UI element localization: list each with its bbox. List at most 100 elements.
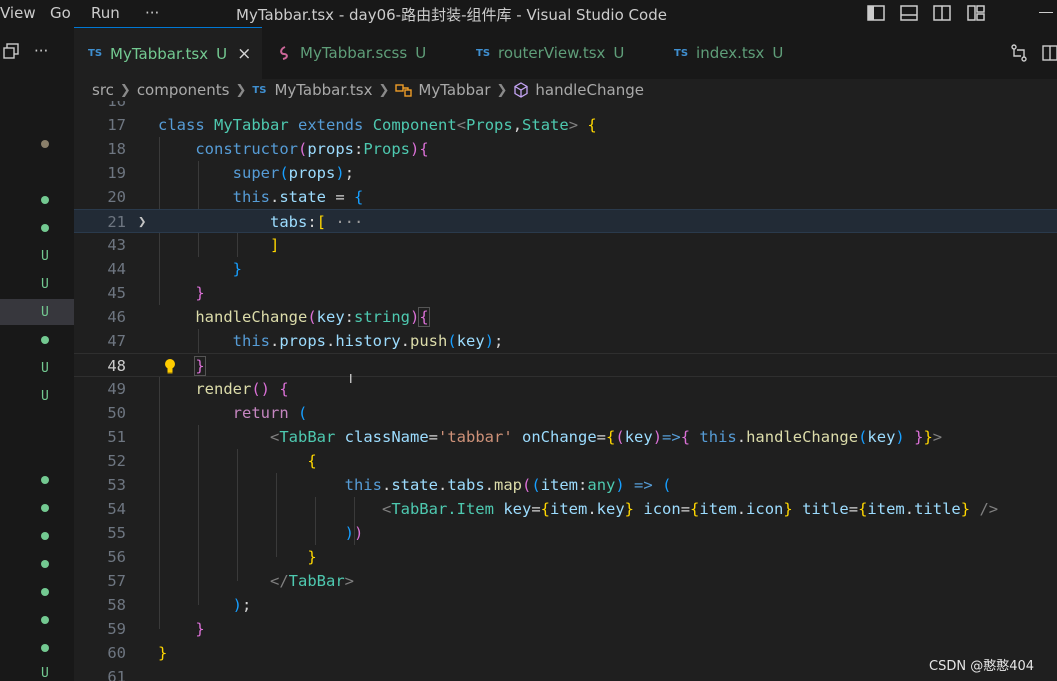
tab-status: U [415, 44, 427, 62]
menu-run[interactable]: Run [91, 4, 120, 22]
toggle-panel-icon[interactable] [899, 3, 919, 23]
code-line: 54 <TabBar.Item key={item.key} icon={ite… [74, 497, 1057, 521]
code-text: )) [344, 524, 364, 542]
line-number: 47 [107, 332, 126, 350]
code-text: <TabBar className='tabbar' onChange={(ke… [269, 428, 943, 446]
code-line: 45 } [74, 281, 1057, 305]
toggle-primary-sidebar-icon[interactable] [866, 3, 886, 23]
chevron-right-icon: ❯ [496, 82, 508, 98]
typescript-icon: TS [88, 48, 103, 59]
code-line: 52 { [74, 449, 1057, 473]
split-icon[interactable] [3, 43, 19, 59]
untracked-dot [41, 224, 49, 232]
code-text: } [195, 620, 205, 638]
tab-label: MyTabbar.tsx [110, 44, 209, 63]
code-text: render() { [195, 380, 289, 398]
typescript-icon: TS [252, 84, 267, 96]
breadcrumb-class[interactable]: MyTabbar [418, 81, 490, 99]
tab-mytabbar-tsx[interactable]: TS MyTabbar.tsx U × [74, 27, 262, 79]
code-line: 59 } [74, 617, 1057, 641]
untracked-dot [41, 644, 49, 652]
untracked-dot [41, 560, 49, 568]
untracked-marker: U [41, 277, 49, 292]
menu-go[interactable]: Go [50, 4, 71, 22]
code-line: 17 class MyTabbar extends Component<Prop… [74, 113, 1057, 137]
open-changes-icon[interactable] [1009, 43, 1029, 63]
line-number: 60 [107, 644, 126, 662]
text-cursor-icon: Ⅰ [349, 372, 353, 386]
code-text: return ( [232, 404, 308, 422]
code-text: } [194, 356, 206, 376]
explorer-strip [0, 27, 74, 681]
menu-view[interactable]: View [0, 4, 36, 22]
class-symbol-icon [395, 84, 413, 97]
line-number: 50 [107, 404, 126, 422]
code-text: } [307, 548, 317, 566]
code-line: 60 } [74, 641, 1057, 665]
editor-tab-bar: TS MyTabbar.tsx U × MyTabbar.scss U TS r… [74, 27, 1057, 79]
code-line-highlighted: ❯ 21 tabs:[ ··· [74, 209, 1057, 233]
breadcrumb-method[interactable]: handleChange [535, 81, 644, 99]
breadcrumb: src ❯ components ❯ TS MyTabbar.tsx ❯ MyT… [92, 79, 644, 101]
fold-chevron-icon[interactable]: ❯ [138, 210, 146, 234]
watermark: CSDN @憨憨404 [929, 659, 1035, 674]
line-number: 58 [107, 596, 126, 614]
code-line: 46 handleChange(key:string){ [74, 305, 1057, 329]
breadcrumb-components[interactable]: components [137, 81, 230, 99]
typescript-icon: TS [674, 47, 689, 59]
customize-layout-icon[interactable] [966, 3, 986, 23]
line-number: 17 [107, 116, 126, 134]
split-editor-icon[interactable] [1041, 43, 1057, 63]
breadcrumb-file[interactable]: MyTabbar.tsx [274, 81, 372, 99]
code-text: } [158, 644, 168, 662]
breadcrumb-src[interactable]: src [92, 81, 114, 99]
tab-status: U [772, 44, 784, 62]
code-text: tabs:[ ··· [269, 213, 364, 231]
sass-icon [280, 46, 288, 60]
tab-routerview-tsx[interactable]: TS routerView.tsx U [462, 27, 658, 79]
tab-label: MyTabbar.scss [300, 44, 408, 62]
code-line: 58 ); [74, 593, 1057, 617]
left-more-actions[interactable]: ··· [34, 42, 48, 60]
code-text: class MyTabbar extends Component<Props,S… [158, 116, 597, 134]
code-line: 19 super(props); [74, 161, 1057, 185]
minimize-icon[interactable] [1039, 12, 1053, 13]
chevron-right-icon: ❯ [378, 82, 390, 98]
line-number: 48 [107, 357, 126, 375]
code-text: super(props); [232, 164, 355, 182]
code-line: 57 </TabBar> [74, 569, 1057, 593]
line-number: 49 [107, 380, 126, 398]
code-text: ); [232, 596, 252, 614]
line-number: 16 [107, 101, 126, 110]
toggle-secondary-sidebar-icon[interactable] [932, 3, 952, 23]
code-text: this.props.history.push(key); [232, 332, 504, 350]
code-line: 53 this.state.tabs.map((item:any) => ( [74, 473, 1057, 497]
code-editor[interactable]: 16 17 class MyTabbar extends Component<P… [74, 101, 1057, 681]
code-text: this.state = { [232, 188, 364, 206]
untracked-dot [41, 476, 49, 484]
line-number: 57 [107, 572, 126, 590]
line-number: 43 [107, 236, 126, 254]
close-icon[interactable]: × [237, 44, 251, 64]
line-number: 55 [107, 524, 126, 542]
line-number: 20 [107, 188, 126, 206]
code-line: 51 <TabBar className='tabbar' onChange={… [74, 425, 1057, 449]
untracked-dot [41, 588, 49, 596]
untracked-marker: U [41, 666, 49, 681]
code-text: this.state.tabs.map((item:any) => ( [344, 476, 672, 494]
code-line: 18 constructor(props:Props){ [74, 137, 1057, 161]
untracked-dot [41, 616, 49, 624]
untracked-dot [41, 196, 49, 204]
typescript-icon: TS [476, 47, 491, 59]
code-text: handleChange(key:string){ [195, 307, 430, 327]
untracked-marker: U [41, 249, 49, 264]
tab-mytabbar-scss[interactable]: MyTabbar.scss U [264, 27, 460, 79]
code-text: constructor(props:Props){ [195, 140, 429, 158]
code-line: 16 [74, 101, 1057, 113]
line-number: 18 [107, 140, 126, 158]
code-line: 50 return ( [74, 401, 1057, 425]
line-number: 21 [107, 213, 126, 231]
tab-index-tsx[interactable]: TS index.tsx U [660, 27, 814, 79]
line-number: 54 [107, 500, 126, 518]
menu-more[interactable]: ··· [145, 4, 159, 22]
